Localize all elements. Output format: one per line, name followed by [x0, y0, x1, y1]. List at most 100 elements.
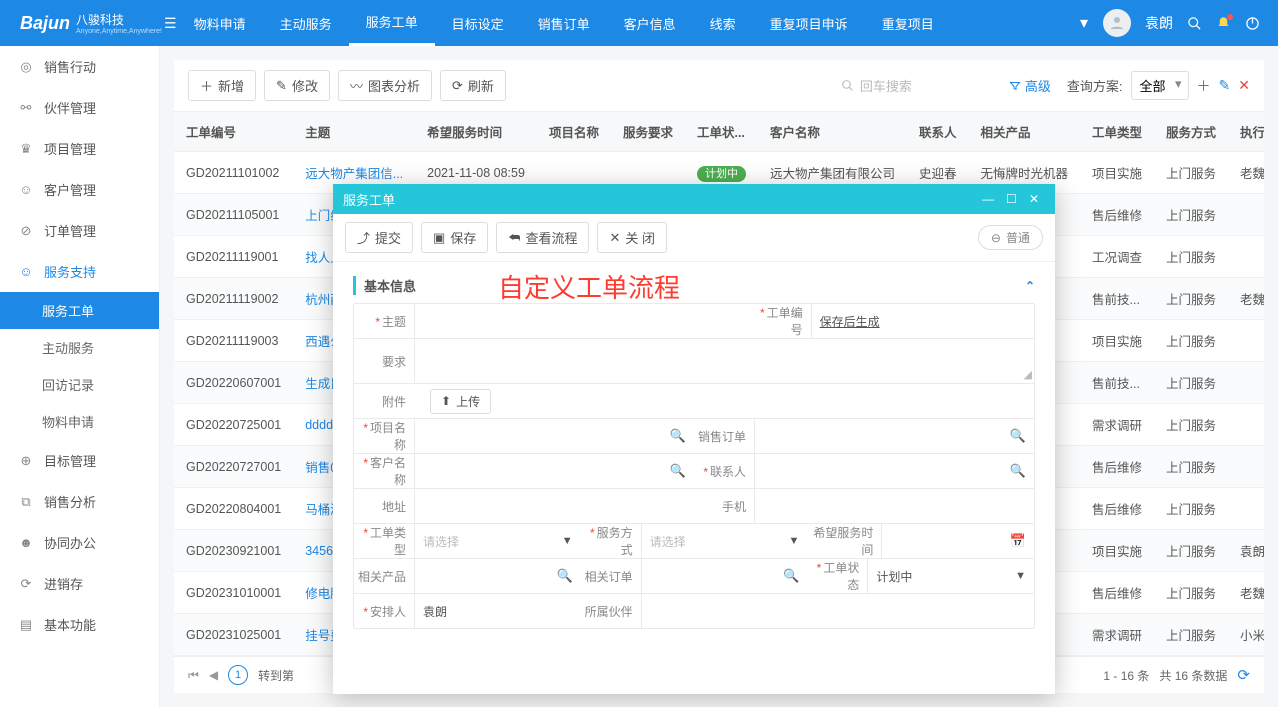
power-icon[interactable] — [1245, 16, 1260, 31]
scheme-delete-icon[interactable]: ✕ — [1238, 77, 1250, 94]
advanced-filter[interactable]: 高级 — [1009, 76, 1051, 95]
sidebar-icon: ⊘ — [18, 223, 34, 239]
refresh-button[interactable]: ⟳ 刷新 — [440, 70, 506, 101]
nav-item-3[interactable]: 目标设定 — [435, 0, 521, 46]
related-order-lookup[interactable]: 🔍 — [641, 559, 808, 593]
chevron-down-icon: ▼ — [1015, 570, 1026, 582]
app-header: Bajun 八骏科技 Anyone,Anytime,Anywhere! ☰ 物料… — [0, 0, 1278, 46]
col-header[interactable]: 执行人 — [1228, 112, 1264, 152]
sales-order-lookup[interactable]: 🔍 — [754, 419, 1034, 453]
mode-toggle[interactable]: ⊖ 普通 — [978, 225, 1043, 250]
arranger-field[interactable]: 袁朗 — [414, 594, 581, 628]
form-grid: *主题 *工单编号 保存后生成 要求 ◢ 附件 ⬆ 上传 — [353, 303, 1035, 629]
sidebar-item-1[interactable]: ⚯伙伴管理 — [0, 87, 159, 128]
page-current[interactable]: 1 — [228, 665, 248, 685]
sidebar-item-4[interactable]: ⊘订单管理 — [0, 210, 159, 251]
col-header[interactable]: 服务方式 — [1154, 112, 1228, 152]
modal-header[interactable]: 服务工单 — ☐ ✕ — [333, 184, 1055, 214]
nav-item-2[interactable]: 服务工单 — [349, 0, 435, 46]
sidebar-icon: ⚯ — [18, 100, 34, 116]
minimize-icon[interactable]: — — [976, 192, 1000, 206]
close-button[interactable]: ✕ 关 闭 — [597, 222, 667, 253]
edit-button[interactable]: ✎ 修改 — [264, 70, 330, 101]
order-status-select[interactable]: 计划中▼ — [867, 559, 1034, 593]
service-mode-select[interactable]: 请选择▼ — [641, 524, 808, 558]
page-first-icon[interactable]: ⏮ — [188, 668, 199, 683]
sidebar-item-2[interactable]: ♛项目管理 — [0, 128, 159, 169]
add-button[interactable]: ＋ 新增 — [188, 70, 256, 101]
topic-link[interactable]: dddd — [305, 418, 333, 432]
nav-item-5[interactable]: 客户信息 — [607, 0, 693, 46]
sidebar-item-7[interactable]: ⧉销售分析 — [0, 481, 159, 522]
nav-item-4[interactable]: 销售订单 — [521, 0, 607, 46]
menu-toggle-icon[interactable]: ☰ — [164, 15, 177, 32]
scheme-select[interactable]: 全部 — [1131, 71, 1189, 100]
scheme-edit-icon[interactable]: ✎ — [1219, 77, 1231, 94]
nav-item-1[interactable]: 主动服务 — [263, 0, 349, 46]
scheme-add-icon[interactable]: ＋ — [1197, 76, 1211, 96]
nav-more-icon[interactable]: ▾ — [1065, 13, 1103, 33]
col-header[interactable]: 客户名称 — [758, 112, 907, 152]
search-icon[interactable]: 🔍 — [556, 568, 572, 584]
address-input[interactable] — [414, 489, 694, 523]
col-header[interactable]: 工单类型 — [1080, 112, 1154, 152]
col-header[interactable]: 联系人 — [907, 112, 969, 152]
bell-icon[interactable] — [1216, 16, 1231, 31]
chart-button[interactable]: 〰 图表分析 — [338, 70, 432, 101]
col-header[interactable]: 工单状... — [685, 112, 758, 152]
scheme-label: 查询方案: — [1067, 76, 1123, 95]
nav-item-0[interactable]: 物料申请 — [177, 0, 263, 46]
topic-link[interactable]: 远大物产集团信... — [305, 167, 403, 181]
search-icon[interactable]: 🔍 — [670, 428, 686, 444]
sidebar-item-9[interactable]: ⟳进销存 — [0, 563, 159, 604]
username[interactable]: 袁朗 — [1145, 13, 1173, 33]
collapse-icon[interactable]: ⌃ — [1025, 279, 1035, 293]
customer-lookup[interactable]: 🔍 — [414, 454, 694, 488]
col-header[interactable]: 相关产品 — [969, 112, 1081, 152]
col-header[interactable]: 服务要求 — [611, 112, 685, 152]
view-flow-button[interactable]: ⮪ 查看流程 — [496, 222, 589, 253]
col-header[interactable]: 工单编号 — [174, 112, 293, 152]
sidebar-item-8[interactable]: ☻协同办公 — [0, 522, 159, 563]
nav-item-7[interactable]: 重复项目申诉 — [753, 0, 865, 46]
col-header[interactable]: 主题 — [293, 112, 415, 152]
search-icon[interactable]: 🔍 — [670, 463, 686, 479]
sidebar-item-3[interactable]: ☺客户管理 — [0, 169, 159, 210]
sidebar-item-10[interactable]: ▤基本功能 — [0, 604, 159, 645]
calendar-icon[interactable]: 📅 — [1010, 533, 1026, 549]
phone-input[interactable] — [754, 489, 1034, 523]
sidebar-item-5[interactable]: ☺服务支持 — [0, 251, 159, 292]
topic-input[interactable] — [414, 304, 751, 338]
search-icon[interactable]: 🔍 — [783, 568, 799, 584]
sidebar-sub-5-3[interactable]: 物料申请 — [0, 403, 159, 440]
search-input[interactable]: 回车搜索 — [841, 76, 1001, 95]
col-header[interactable]: 希望服务时间 — [415, 112, 537, 152]
page-refresh-icon[interactable]: ⟳ — [1237, 666, 1250, 684]
close-icon[interactable]: ✕ — [1023, 192, 1045, 206]
order-type-select[interactable]: 请选择▼ — [414, 524, 581, 558]
nav-item-8[interactable]: 重复项目 — [865, 0, 951, 46]
search-icon[interactable]: 🔍 — [1010, 463, 1026, 479]
sidebar-sub-5-1[interactable]: 主动服务 — [0, 329, 159, 366]
maximize-icon[interactable]: ☐ — [1000, 192, 1023, 206]
sidebar-sub-5-0[interactable]: 服务工单 — [0, 292, 159, 329]
save-button[interactable]: ▣ 保存 — [421, 222, 488, 253]
sidebar-icon: ♛ — [18, 141, 34, 157]
requirement-input[interactable]: ◢ — [414, 339, 1034, 383]
col-header[interactable]: 项目名称 — [537, 112, 611, 152]
submit-button[interactable]: ⤴ 提交 — [345, 222, 413, 253]
avatar[interactable] — [1103, 9, 1131, 37]
contact-lookup[interactable]: 🔍 — [754, 454, 1034, 488]
partner-field[interactable] — [641, 594, 808, 628]
upload-button[interactable]: ⬆ 上传 — [430, 389, 491, 414]
sidebar-item-6[interactable]: ⊕目标管理 — [0, 440, 159, 481]
sidebar-item-0[interactable]: ◎销售行动 — [0, 46, 159, 87]
sidebar-sub-5-2[interactable]: 回访记录 — [0, 366, 159, 403]
page-prev-icon[interactable]: ◀ — [209, 668, 218, 682]
project-lookup[interactable]: 🔍 — [414, 419, 694, 453]
search-icon[interactable] — [1187, 16, 1202, 31]
nav-item-6[interactable]: 线索 — [693, 0, 753, 46]
related-product-lookup[interactable]: 🔍 — [414, 559, 581, 593]
search-icon[interactable]: 🔍 — [1010, 428, 1026, 444]
wish-time-picker[interactable]: 📅 — [881, 524, 1034, 558]
